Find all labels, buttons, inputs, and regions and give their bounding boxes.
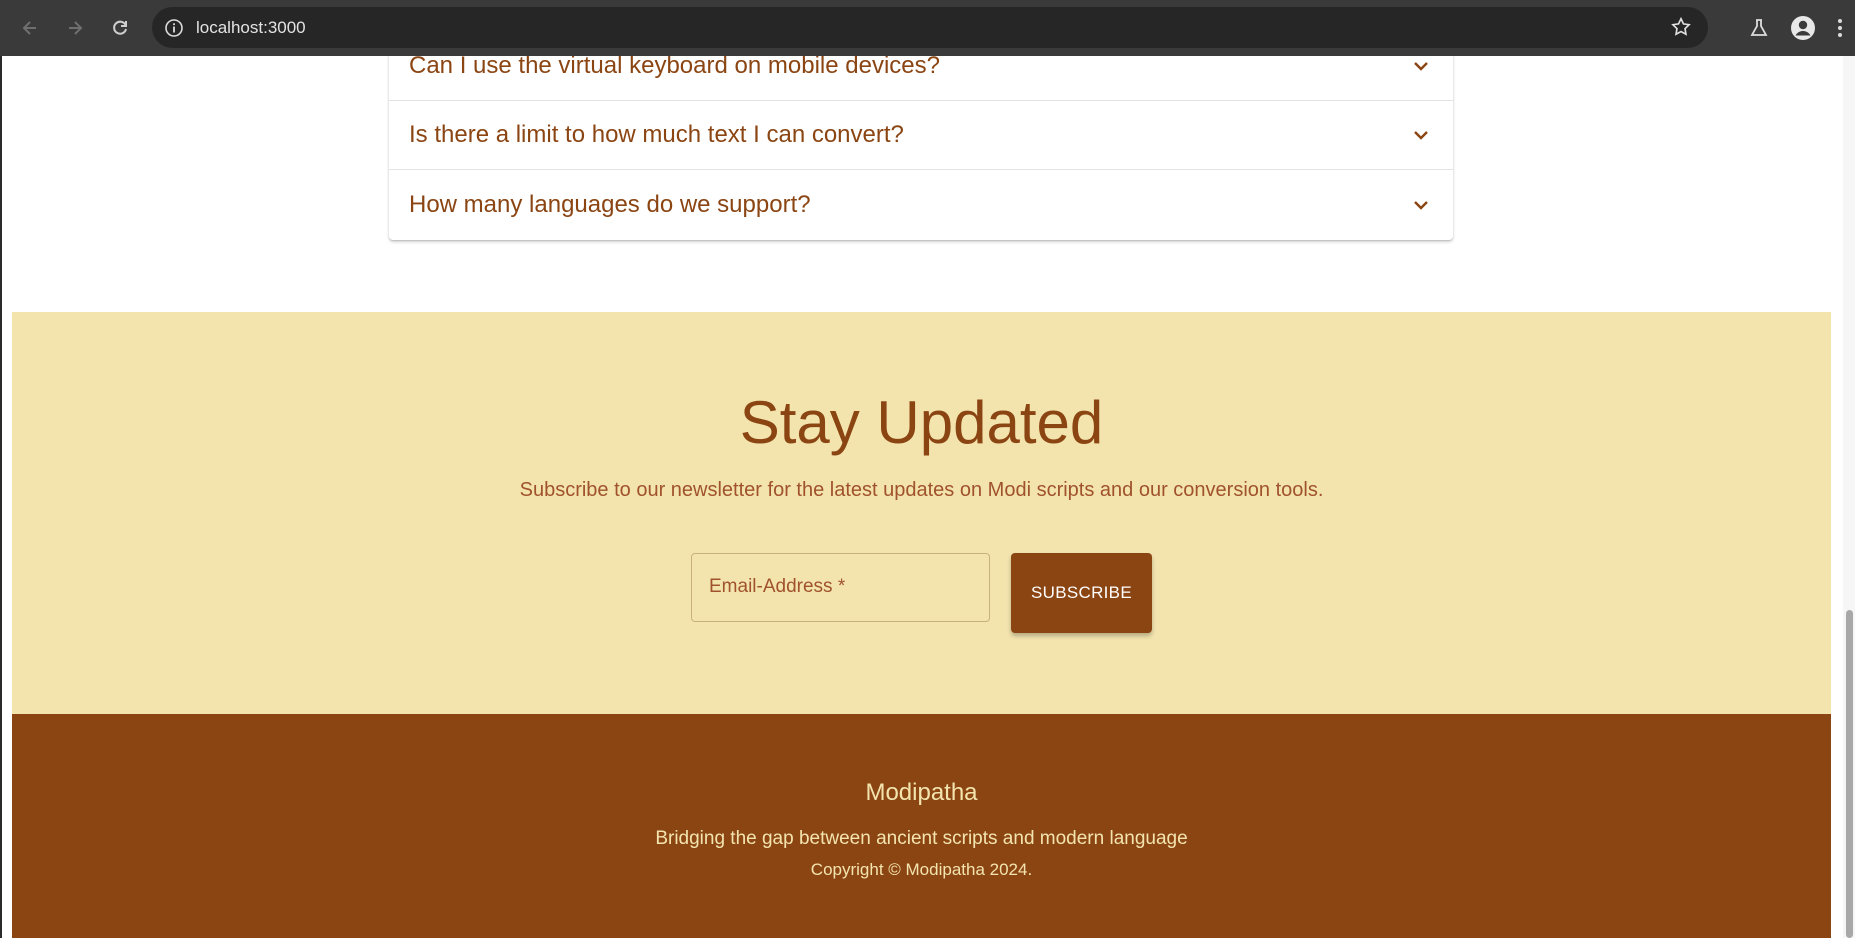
faq-item[interactable]: How many languages do we support? <box>389 170 1453 240</box>
site-info-icon[interactable] <box>162 16 186 40</box>
address-bar[interactable]: localhost:3000 <box>152 7 1708 48</box>
menu-kebab-icon[interactable] <box>1825 8 1855 48</box>
window-edge <box>0 56 2 938</box>
footer-brand: Modipatha <box>865 779 978 806</box>
newsletter-section: Stay Updated Subscribe to our newsletter… <box>12 312 1831 714</box>
faq-item[interactable]: Can I use the virtual keyboard on mobile… <box>389 56 1453 101</box>
subscribe-button[interactable]: SUBSCRIBE <box>1011 553 1152 633</box>
scrollbar-thumb[interactable] <box>1846 610 1853 938</box>
faq-question: How many languages do we support? <box>409 191 811 218</box>
chevron-down-icon[interactable] <box>1409 123 1433 147</box>
email-placeholder: Email-Address * <box>709 576 846 597</box>
bookmark-star-icon[interactable] <box>1670 16 1692 43</box>
forward-arrow-icon[interactable] <box>55 8 95 48</box>
faq-accordion: Can I use the virtual keyboard on mobile… <box>389 56 1453 240</box>
email-field[interactable]: Email-Address * <box>691 553 990 622</box>
footer-tagline: Bridging the gap between ancient scripts… <box>655 828 1188 849</box>
site-footer: Modipatha Bridging the gap between ancie… <box>12 714 1831 938</box>
page-scrollbar[interactable] <box>1843 56 1855 938</box>
newsletter-subtitle: Subscribe to our newsletter for the late… <box>519 479 1324 501</box>
page-viewport: Can I use the virtual keyboard on mobile… <box>0 56 1843 938</box>
reload-icon[interactable] <box>100 8 140 48</box>
back-arrow-icon[interactable] <box>10 8 50 48</box>
chevron-down-icon[interactable] <box>1409 193 1433 217</box>
profile-icon[interactable] <box>1781 8 1825 48</box>
faq-question: Is there a limit to how much text I can … <box>409 121 904 148</box>
url-text: localhost:3000 <box>196 17 306 37</box>
newsletter-title: Stay Updated <box>739 389 1104 456</box>
labs-flask-icon[interactable] <box>1737 8 1781 48</box>
browser-toolbar: localhost:3000 <box>0 0 1855 56</box>
footer-copyright: Copyright © Modipatha 2024. <box>810 860 1033 879</box>
chevron-down-icon[interactable] <box>1409 56 1433 78</box>
faq-question: Can I use the virtual keyboard on mobile… <box>409 56 940 79</box>
faq-item[interactable]: Is there a limit to how much text I can … <box>389 101 1453 170</box>
